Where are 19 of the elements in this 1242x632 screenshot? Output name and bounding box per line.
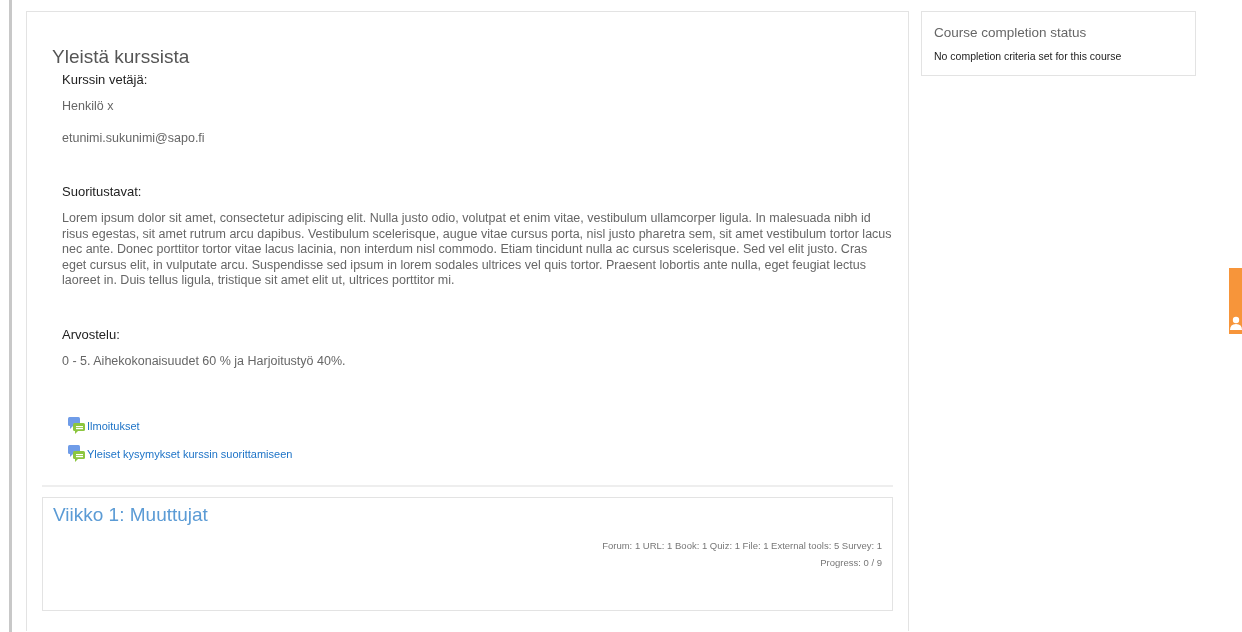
block-title: Course completion status xyxy=(934,25,1088,40)
section-heading: Suoritustavat: xyxy=(62,184,143,199)
forum-link[interactable]: Yleiset kysymykset kurssin suorittamiseen xyxy=(87,448,293,460)
chat-bubbles-icon xyxy=(68,445,86,463)
section-title-link[interactable]: Viikko 1: Muuttujat xyxy=(53,504,208,526)
section-title: Yleistä kurssista xyxy=(52,46,191,68)
forum-link[interactable]: Ilmoitukset xyxy=(87,420,140,432)
section-heading: Kurssin vetäjä: xyxy=(62,72,149,87)
activity-summary: Forum: 1 URL: 1 Book: 1 Quiz: 1 File: 1 External tools: 5 Survey: 1 xyxy=(601,540,882,551)
chat-bubbles-icon xyxy=(68,417,86,435)
paragraph: 0 - 5. Aihekokonaisuudet 60 % ja Harjoitustyö 40%. xyxy=(62,353,347,369)
side-tab[interactable] xyxy=(1229,268,1242,334)
paragraph: Henkilö x xyxy=(62,99,115,115)
paragraph: Lorem ipsum dolor sit amet, consectetur adipiscing elit. Nulla justo odio, volutpat et enim vitae, vestibulum ullamcorper ligula. In malesuada nibh id risus egestas, sit amet rutrum arcu dapibus. Vestibulum scelerisque, augue vitae cursus porta, nisl justo pharetra sem, sit amet vestibulum tortor lacus nec ante. Donec porttitor tortor vitae lacus lacinia, non interdum nisl commodo. Etiam tincidunt nulla ac cursus scelerisque. Sed vel elit justo. Cras eget cursus elit, in vulputate arcu. Suspendisse sed ipsum in lorem sodales ultrices vel quis tortor. Praesent lobortis ante nulla, eget feugiat lectus laoreet in. Duis tellus ligula, tristique sit amet elit ut, ultrices porttitor mi. xyxy=(62,211,893,289)
paragraph: etunimi.sukunimi@sapo.fi xyxy=(62,130,206,146)
section-heading: Arvostelu: xyxy=(62,326,121,342)
block-message: No completion criteria set for this course xyxy=(934,50,1123,62)
person-icon xyxy=(1229,316,1242,330)
progress-text: Progress: 0 / 9 xyxy=(819,557,882,568)
